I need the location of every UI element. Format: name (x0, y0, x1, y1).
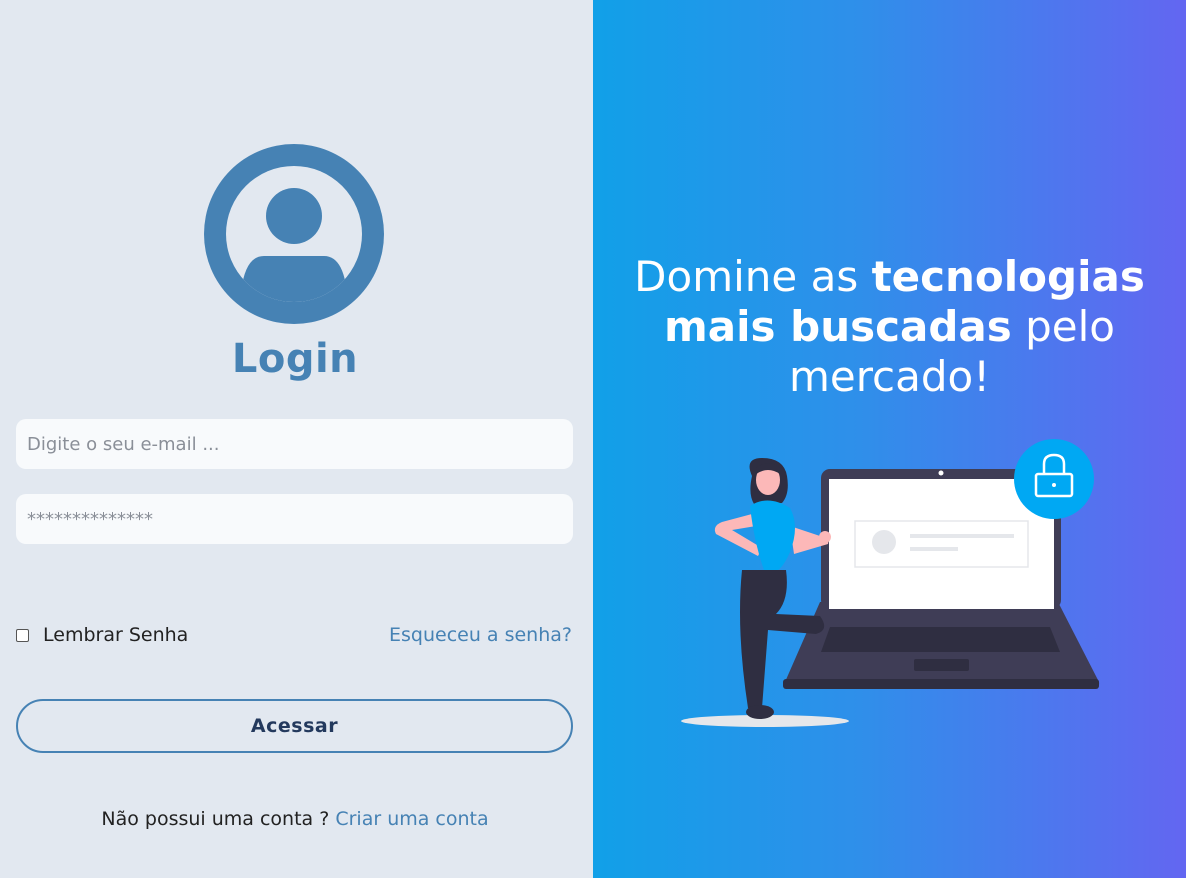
headline-text: pelo (1011, 302, 1115, 351)
create-account-link[interactable]: Criar uma conta (335, 808, 488, 830)
forgot-password-link[interactable]: Esqueceu a senha? (389, 624, 572, 646)
signup-row: Não possui uma conta ? Criar uma conta (0, 808, 590, 830)
headline-text: mercado! (788, 352, 991, 401)
hero-headline: Domine as tecnologias mais buscadas pelo… (623, 252, 1156, 402)
user-avatar-icon (204, 144, 384, 324)
password-input[interactable] (16, 494, 573, 544)
headline-bold: tecnologias (871, 252, 1145, 301)
headline-bold: mais buscadas (664, 302, 1012, 351)
remember-password: Lembrar Senha (16, 624, 188, 646)
login-title: Login (231, 336, 359, 382)
login-panel: Login Lembrar Senha Esqueceu a senha? Ac… (0, 0, 593, 878)
remember-checkbox[interactable] (16, 628, 29, 642)
email-input[interactable] (16, 419, 573, 469)
headline-text: Domine as (634, 252, 872, 301)
remember-label: Lembrar Senha (43, 624, 189, 646)
signup-prompt: Não possui uma conta ? (101, 808, 330, 830)
security-illustration (681, 439, 1100, 727)
login-submit-button[interactable]: Acessar (16, 699, 573, 753)
